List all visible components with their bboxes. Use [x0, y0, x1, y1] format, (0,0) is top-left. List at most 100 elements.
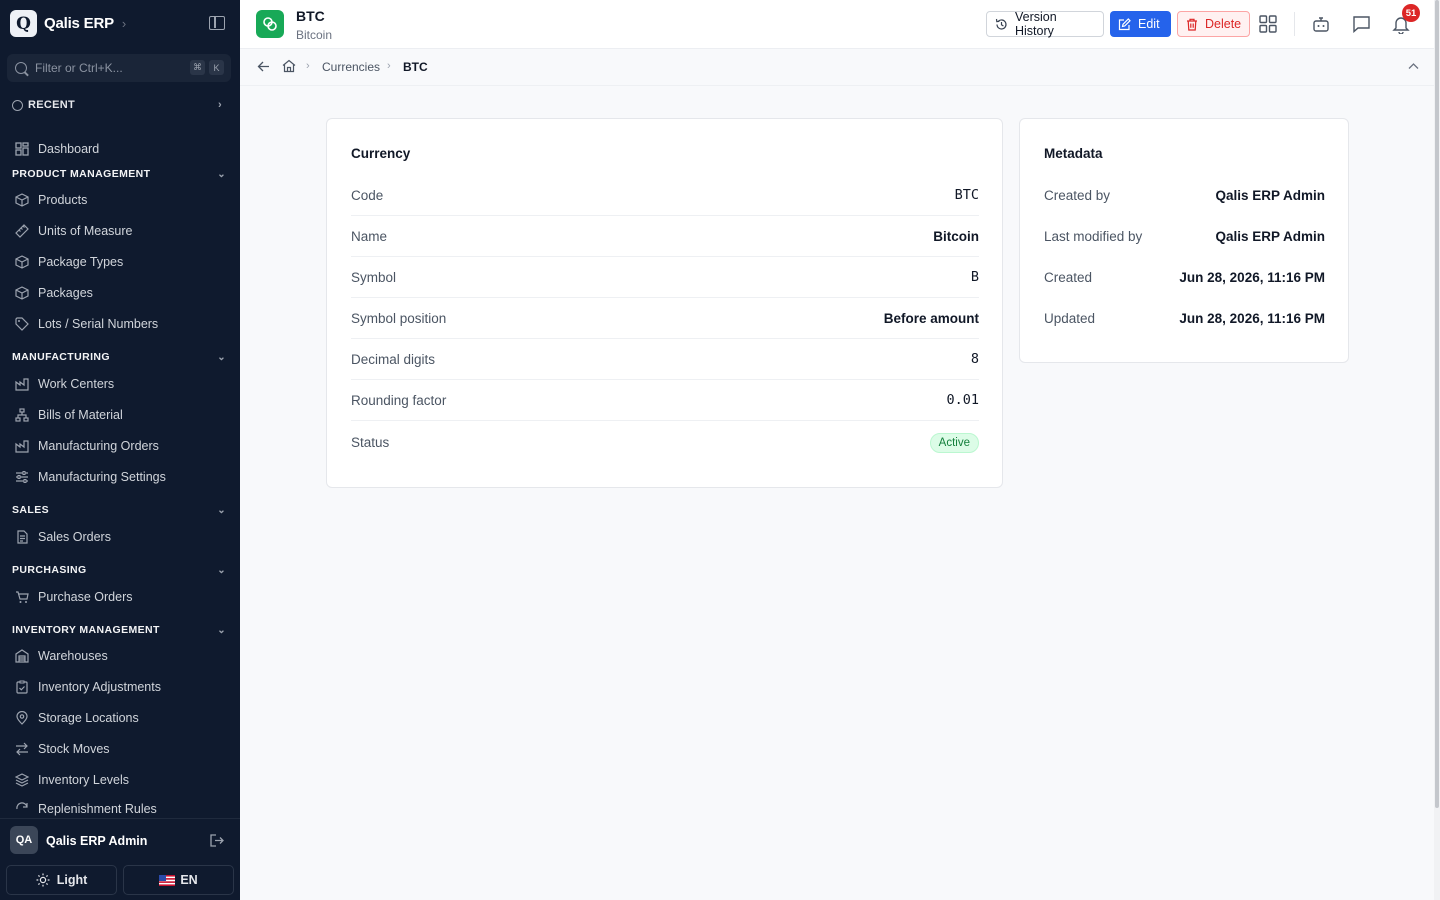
back-arrow-icon[interactable]: [257, 60, 270, 73]
field-label: Decimal digits: [351, 351, 436, 367]
logout-icon[interactable]: [210, 834, 224, 847]
sidebar-filter[interactable]: ⌘ K: [7, 54, 231, 82]
section-sales[interactable]: SALES ⌄: [12, 504, 226, 516]
brand-logo: Q: [10, 10, 37, 37]
sidebar-item-manufacturing-orders[interactable]: Manufacturing Orders: [14, 436, 229, 456]
sidebar-item-manufacturing-settings[interactable]: Manufacturing Settings: [14, 467, 229, 487]
version-history-button[interactable]: Version History: [986, 10, 1104, 38]
field-value: BTC: [954, 187, 979, 203]
sidebar-item-warehouses[interactable]: Warehouses: [14, 646, 229, 666]
search-icon: [15, 62, 27, 74]
delete-button[interactable]: Delete: [1177, 11, 1250, 37]
filter-input[interactable]: [35, 61, 175, 75]
sidebar-item-label: Inventory Adjustments: [38, 680, 161, 694]
field-label: Rounding factor: [351, 392, 447, 408]
sidebar-item-products[interactable]: Products: [14, 190, 229, 210]
hierarchy-icon: [14, 408, 29, 423]
field-value: 0.01: [946, 392, 979, 408]
sidebar-item-sales-orders[interactable]: Sales Orders: [14, 527, 229, 547]
field-value: Before amount: [883, 310, 979, 326]
currency-icon: [256, 10, 284, 38]
breadcrumb-current: BTC: [403, 60, 428, 74]
breadcrumb-currencies[interactable]: Currencies: [322, 60, 380, 74]
chevron-down-icon: ⌄: [217, 564, 226, 576]
meta-label: Last modified by: [1044, 229, 1143, 244]
sidebar-item-inventory-levels[interactable]: Inventory Levels: [14, 770, 229, 790]
meta-value: Jun 28, 2026, 11:16 PM: [1179, 311, 1325, 326]
sidebar-item-label: Lots / Serial Numbers: [38, 317, 159, 331]
sidebar-item-label: Stock Moves: [38, 742, 110, 756]
sidebar-item-label: Sales Orders: [38, 530, 111, 544]
field-label: Code: [351, 187, 384, 203]
field-value: B: [970, 269, 979, 285]
user-name: Qalis ERP Admin: [46, 834, 148, 848]
sidebar-item-label: Manufacturing Orders: [38, 439, 159, 453]
clock-icon: [12, 99, 23, 111]
sidebar-item-bills-of-material[interactable]: Bills of Material: [14, 405, 229, 425]
sidebar-item-dashboard[interactable]: Dashboard: [14, 139, 229, 159]
section-title: PURCHASING: [12, 564, 87, 576]
layers-icon: [14, 773, 29, 788]
sidebar-item-label: Purchase Orders: [38, 590, 133, 604]
sidebar-item-label: Manufacturing Settings: [38, 470, 166, 484]
section-title: MANUFACTURING: [12, 351, 110, 363]
home-icon[interactable]: [282, 59, 296, 73]
sidebar-item-units-of-measure[interactable]: Units of Measure: [14, 221, 229, 241]
sidebar-item-storage-locations[interactable]: Storage Locations: [14, 708, 229, 728]
history-icon: [995, 18, 1008, 31]
factory-icon: [14, 377, 29, 392]
page-scrollbar[interactable]: [1434, 0, 1440, 900]
theme-toggle-button[interactable]: Light: [6, 865, 117, 895]
sidebar: Q Qalis ERP › ⌘ K RECENT › Dashboard PRO…: [0, 0, 240, 900]
sidebar-item-replenishment-rules[interactable]: Replenishment Rules: [14, 801, 229, 817]
cart-icon: [14, 590, 29, 605]
section-inventory-management[interactable]: INVENTORY MANAGEMENT ⌄: [12, 624, 226, 636]
metadata-card: Metadata Created by Qalis ERP Admin Last…: [1019, 118, 1349, 363]
chat-icon[interactable]: [1351, 14, 1371, 34]
field-row-symbol-position: Symbol position Before amount: [351, 298, 979, 339]
chevron-up-icon[interactable]: [1408, 62, 1419, 70]
card-title: Metadata: [1044, 146, 1103, 161]
sidebar-collapse-icon[interactable]: [209, 16, 225, 30]
section-title: INVENTORY MANAGEMENT: [12, 624, 160, 636]
field-label: Status: [351, 435, 390, 450]
field-row-rounding-factor: Rounding factor 0.01: [351, 380, 979, 421]
sidebar-item-purchase-orders[interactable]: Purchase Orders: [14, 587, 229, 607]
section-manufacturing[interactable]: MANUFACTURING ⌄: [12, 351, 226, 363]
meta-label: Updated: [1044, 311, 1096, 326]
field-value: 8: [970, 351, 979, 367]
chevron-right-icon: ›: [121, 16, 127, 31]
clipboard-check-icon: [14, 680, 29, 695]
version-history-label: Version History: [1015, 10, 1057, 38]
sidebar-item-label: Package Types: [38, 255, 124, 269]
language-select[interactable]: EN: [123, 865, 234, 895]
sidebar-item-inventory-adjustments[interactable]: Inventory Adjustments: [14, 677, 229, 697]
user-profile[interactable]: QA Qalis ERP Admin: [0, 826, 240, 856]
bot-icon[interactable]: [1311, 14, 1331, 34]
sidebar-item-package-types[interactable]: Package Types: [14, 252, 229, 272]
apps-grid-icon[interactable]: [1258, 14, 1278, 34]
scrollbar-thumb[interactable]: [1435, 0, 1439, 808]
chevron-down-icon: ⌄: [217, 351, 226, 363]
field-label: Symbol position: [351, 310, 447, 326]
theme-label: Light: [56, 873, 88, 887]
brand-switcher[interactable]: Q Qalis ERP ›: [10, 10, 126, 37]
sidebar-item-lots-serial-numbers[interactable]: Lots / Serial Numbers: [14, 314, 229, 334]
sidebar-item-label: Warehouses: [38, 649, 108, 663]
sidebar-item-label: Dashboard: [38, 142, 100, 156]
factory-icon: [14, 439, 29, 454]
section-product-management[interactable]: PRODUCT MANAGEMENT ⌄: [12, 168, 226, 180]
recent-toggle[interactable]: RECENT ›: [12, 99, 222, 111]
section-purchasing[interactable]: PURCHASING ⌄: [12, 564, 226, 576]
sidebar-item-work-centers[interactable]: Work Centers: [14, 374, 229, 394]
meta-label: Created by: [1044, 188, 1111, 203]
edit-label: Edit: [1138, 17, 1160, 31]
edit-button[interactable]: Edit: [1110, 11, 1171, 37]
field-row-name: Name Bitcoin: [351, 216, 979, 257]
sidebar-item-stock-moves[interactable]: Stock Moves: [14, 739, 229, 759]
status-badge: Active: [929, 432, 979, 453]
map-pin-icon: [14, 711, 29, 726]
currency-card: Currency Code BTC Name Bitcoin Symbol B …: [326, 118, 1003, 488]
sidebar-item-packages[interactable]: Packages: [14, 283, 229, 303]
meta-value: Jun 28, 2026, 11:16 PM: [1179, 270, 1325, 285]
